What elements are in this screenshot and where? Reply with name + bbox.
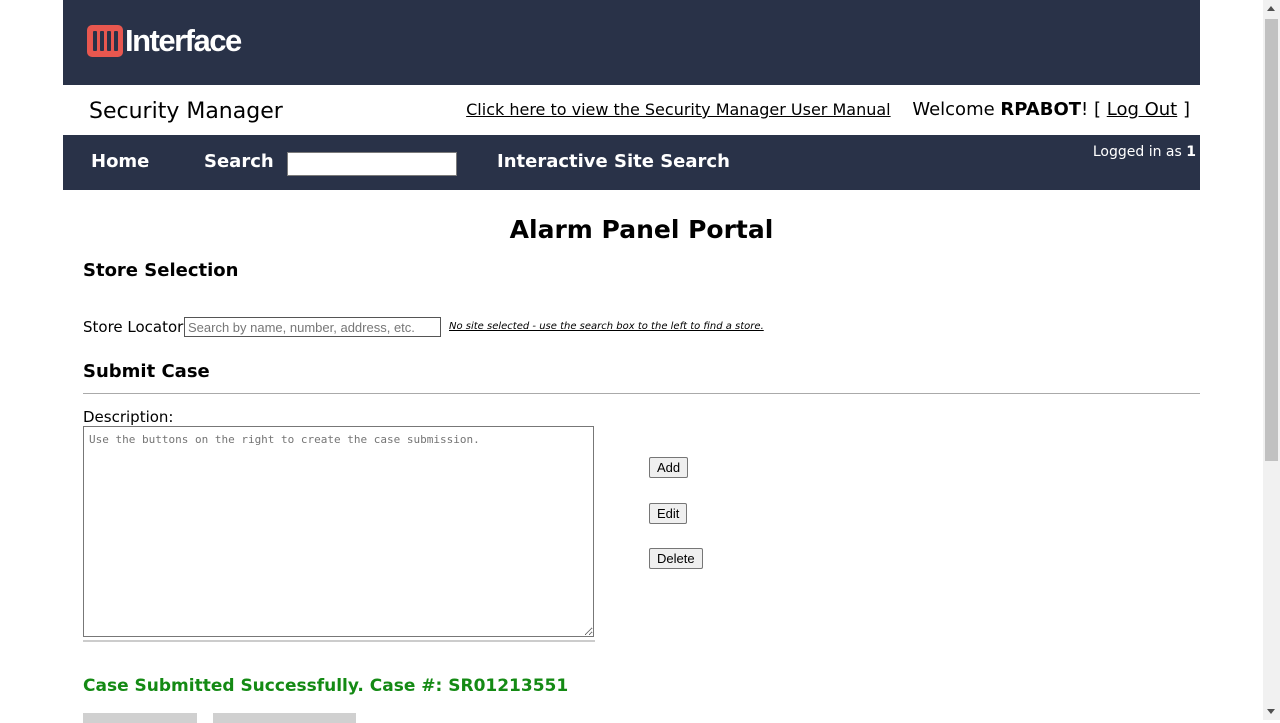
scrollbar-thumb[interactable] [1265, 19, 1278, 461]
logged-in-value: 1 [1186, 144, 1196, 160]
store-locator-input[interactable] [184, 317, 441, 337]
user-manual-link[interactable]: Click here to view the Security Manager … [466, 100, 890, 119]
submit-case-heading: Submit Case [83, 361, 210, 382]
sub-header: Security Manager Click here to view the … [63, 85, 1200, 135]
logo-mark-icon [87, 25, 123, 57]
add-button[interactable]: Add [649, 457, 689, 478]
logout-link[interactable]: Log Out [1107, 99, 1178, 120]
top-header-bar: Interface [63, 0, 1200, 85]
nav-interactive-site-search[interactable]: Interactive Site Search [497, 151, 730, 173]
logo-text: Interface [125, 23, 242, 58]
nav-search[interactable]: Search [204, 151, 274, 173]
vertical-scrollbar[interactable] [1263, 0, 1280, 720]
welcome-prefix: Welcome [912, 99, 1001, 120]
delete-button[interactable]: Delete [649, 548, 703, 569]
bottom-button-1[interactable] [83, 713, 197, 723]
logged-in-prefix: Logged in as [1092, 144, 1187, 160]
description-underline [83, 640, 595, 642]
scroll-down-arrow-icon[interactable] [1263, 703, 1280, 720]
success-message: Case Submitted Successfully. Case #: SR0… [83, 676, 569, 696]
store-locator-label: Store Locator: [83, 318, 189, 336]
app-title: Security Manager [89, 99, 283, 124]
store-selection-heading: Store Selection [83, 260, 239, 281]
close-bracket: ] [1177, 99, 1190, 120]
user-bar: Click here to view the Security Manager … [466, 97, 1190, 123]
welcome-suffix: ! [ [1081, 99, 1107, 120]
page-title: Alarm Panel Portal [509, 215, 774, 244]
nav-bar: Home Search Interactive Site Search Logg… [63, 135, 1200, 190]
edit-button[interactable]: Edit [649, 503, 688, 524]
section-divider [83, 393, 1200, 394]
bottom-button-2[interactable] [213, 713, 356, 723]
nav-home[interactable]: Home [91, 151, 149, 173]
nav-search-input[interactable] [287, 152, 457, 176]
description-textarea[interactable] [83, 426, 594, 637]
page: Interface Security Manager Click here to… [63, 0, 1200, 723]
username: RPABOT [1000, 99, 1082, 120]
description-label: Description: [83, 408, 174, 426]
no-site-message: No site selected - use the search box to… [449, 321, 764, 332]
logged-in-info: Logged in as 1 [1093, 143, 1196, 161]
scroll-up-arrow-icon[interactable] [1263, 0, 1280, 17]
interface-logo[interactable]: Interface [87, 23, 242, 58]
